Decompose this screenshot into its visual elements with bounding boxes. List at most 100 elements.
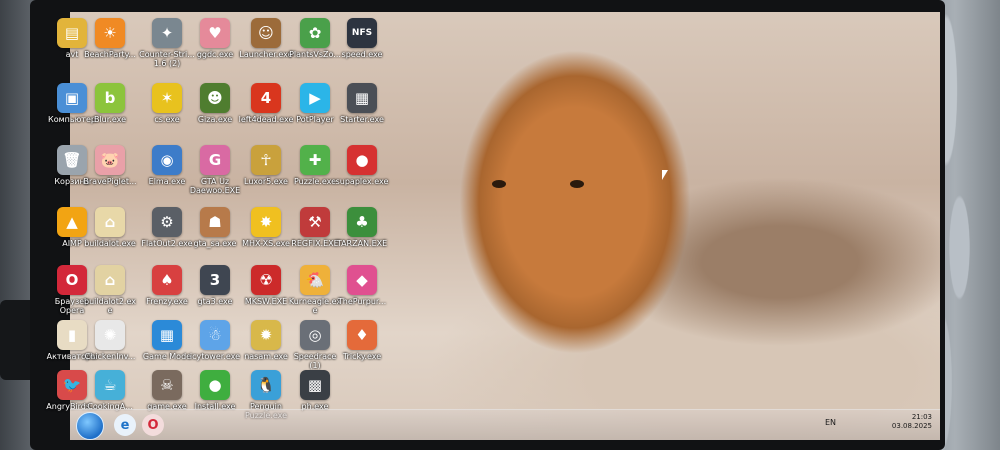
desktop-icon[interactable]: b Blur.exe bbox=[82, 83, 138, 124]
desktop-icon-label: Luxor5.exe bbox=[244, 177, 288, 186]
opera-icon[interactable]: O bbox=[142, 414, 164, 436]
app-icon: ✶ bbox=[152, 83, 182, 113]
app-icon: NFS bbox=[347, 18, 377, 48]
desktop-icon-label: Starter.exe bbox=[340, 115, 384, 124]
app-icon: ✹ bbox=[251, 320, 281, 350]
app-icon: ✿ bbox=[300, 18, 330, 48]
desktop-icon[interactable]: ✹ nasam.exe bbox=[238, 320, 294, 361]
desktop-icon[interactable]: ▦ Starter.exe bbox=[334, 83, 390, 124]
app-icon: ♣ bbox=[347, 207, 377, 237]
language-indicator[interactable]: EN bbox=[825, 418, 836, 427]
lion-eye-left bbox=[492, 180, 506, 188]
desktop-icon-label: buildalot2.exe bbox=[84, 297, 136, 315]
desktop-icon-label: supaplex.exe bbox=[335, 177, 389, 186]
desktop-icon[interactable]: ✺ ChickenInv... bbox=[82, 320, 138, 361]
app-icon: ✦ bbox=[152, 18, 182, 48]
desktop-icon-label: ChickenInv... bbox=[84, 352, 136, 361]
monitor-bezel: ▤ avt ☀ BeachParty... ✦ Counter-Stri... 1.6 (… bbox=[30, 0, 945, 450]
app-icon: ☕ bbox=[95, 370, 125, 400]
desktop-icon[interactable]: ♥ ggdc.exe bbox=[187, 18, 243, 59]
desktop-icon[interactable]: ☥ Luxor5.exe bbox=[238, 145, 294, 186]
desktop-icon-label: BravePiglet... bbox=[83, 177, 137, 186]
desktop-icon-label: MKSW.EXE bbox=[244, 297, 288, 306]
desktop-icon-label: buildalot.exe bbox=[84, 239, 136, 248]
app-icon: ♦ bbox=[347, 320, 377, 350]
taskbar: e O EN 21:03 03.08.2025 bbox=[70, 409, 940, 440]
system-tray: EN 21:03 03.08.2025 bbox=[825, 413, 932, 431]
app-icon: b bbox=[95, 83, 125, 113]
app-icon: ☀ bbox=[95, 18, 125, 48]
desktop-icon[interactable]: ◆ ThePurpur... bbox=[334, 265, 390, 306]
desktop-icon-label: nasam.exe bbox=[244, 352, 288, 361]
app-icon: 3 bbox=[200, 265, 230, 295]
app-icon: ⚙ bbox=[152, 207, 182, 237]
desktop-icon[interactable]: ● Install.exe bbox=[187, 370, 243, 411]
desktop-icon[interactable]: ▩ ph.exe bbox=[287, 370, 343, 411]
app-icon: 4 bbox=[251, 83, 281, 113]
app-icon: ⌂ bbox=[95, 207, 125, 237]
app-icon: ● bbox=[347, 145, 377, 175]
clock-time[interactable]: 21:03 bbox=[892, 413, 932, 422]
app-icon: ▦ bbox=[347, 83, 377, 113]
desktop-icon-label: MHX-XS.exe bbox=[242, 239, 290, 248]
app-icon: ☠ bbox=[152, 370, 182, 400]
desktop-icon-label: icytower.exe bbox=[189, 352, 241, 361]
desktop-icon[interactable]: NFS speed.exe bbox=[334, 18, 390, 59]
lion-eye-right bbox=[570, 180, 584, 188]
app-icon: G bbox=[200, 145, 230, 175]
desktop-icon[interactable]: 3 gta3.exe bbox=[187, 265, 243, 306]
desktop-icon-label: left4dead.exe bbox=[238, 115, 294, 124]
desktop-icon-label: Tricky.exe bbox=[342, 352, 382, 361]
desktop-icon[interactable]: ☀ BeachParty... bbox=[82, 18, 138, 59]
app-icon: ☻ bbox=[200, 83, 230, 113]
app-icon: ◎ bbox=[300, 320, 330, 350]
desktop-icon-label: gta3.exe bbox=[197, 297, 233, 306]
mouse-cursor bbox=[662, 170, 668, 180]
app-icon: ▩ bbox=[300, 370, 330, 400]
desktop-icon-label: gta_sa.exe bbox=[193, 239, 237, 248]
app-icon: ☺ bbox=[251, 18, 281, 48]
desktop-icon[interactable]: 4 left4dead.exe bbox=[238, 83, 294, 124]
desktop-icon-label: ThePurpur... bbox=[337, 297, 387, 306]
desktop-icon-label: Launcher.exe bbox=[239, 50, 293, 59]
desktop-icon-label: GTA Uz Daewoo.EXE bbox=[189, 177, 241, 195]
app-icon: ♥ bbox=[200, 18, 230, 48]
desktop-icon-label: Blur.exe bbox=[93, 115, 127, 124]
app-icon: 🐔 bbox=[300, 265, 330, 295]
clock-date[interactable]: 03.08.2025 bbox=[892, 422, 932, 431]
desktop-icon[interactable]: 🐷 BravePiglet... bbox=[82, 145, 138, 186]
desktop-icon[interactable]: ♣ TARZAN.EXE bbox=[334, 207, 390, 248]
desktop-icon[interactable]: ☗ gta_sa.exe bbox=[187, 207, 243, 248]
app-icon: ◆ bbox=[347, 265, 377, 295]
app-icon: ◉ bbox=[152, 145, 182, 175]
start-button[interactable] bbox=[76, 412, 104, 440]
app-icon: ⚒ bbox=[300, 207, 330, 237]
app-icon: ♠ bbox=[152, 265, 182, 295]
desktop-icon-label: BeachParty... bbox=[84, 50, 136, 59]
app-icon: ☗ bbox=[200, 207, 230, 237]
app-icon: ⌂ bbox=[95, 265, 125, 295]
internet-explorer-icon[interactable]: e bbox=[114, 414, 136, 436]
desktop-icon-label: ggdc.exe bbox=[196, 50, 234, 59]
desktop-icon-label: speed.exe bbox=[341, 50, 383, 59]
desktop-icon[interactable]: G GTA Uz Daewoo.EXE bbox=[187, 145, 243, 195]
app-icon: ▶ bbox=[300, 83, 330, 113]
desktop-icon[interactable]: ✸ MHX-XS.exe bbox=[238, 207, 294, 248]
desktop-icon-label: TARZAN.EXE bbox=[336, 239, 388, 248]
app-icon: ☃ bbox=[200, 320, 230, 350]
desktop-icon[interactable]: ⌂ buildalot.exe bbox=[82, 207, 138, 248]
desktop-icon[interactable]: ☕ CookingA... bbox=[82, 370, 138, 411]
desktop-icon-label: Giza.exe bbox=[197, 115, 233, 124]
app-icon: ☥ bbox=[251, 145, 281, 175]
app-icon: ▦ bbox=[152, 320, 182, 350]
desktop-icon[interactable]: ⌂ buildalot2.exe bbox=[82, 265, 138, 315]
app-icon: ✚ bbox=[300, 145, 330, 175]
app-icon: ☢ bbox=[251, 265, 281, 295]
desktop-icon[interactable]: ● supaplex.exe bbox=[334, 145, 390, 186]
app-icon: 🐧 bbox=[251, 370, 281, 400]
desktop-icon[interactable]: ☻ Giza.exe bbox=[187, 83, 243, 124]
desktop-icon[interactable]: ☃ icytower.exe bbox=[187, 320, 243, 361]
desktop-icon[interactable]: ☢ MKSW.EXE bbox=[238, 265, 294, 306]
desktop-icon[interactable]: ☺ Launcher.exe bbox=[238, 18, 294, 59]
desktop-icon[interactable]: ♦ Tricky.exe bbox=[334, 320, 390, 361]
